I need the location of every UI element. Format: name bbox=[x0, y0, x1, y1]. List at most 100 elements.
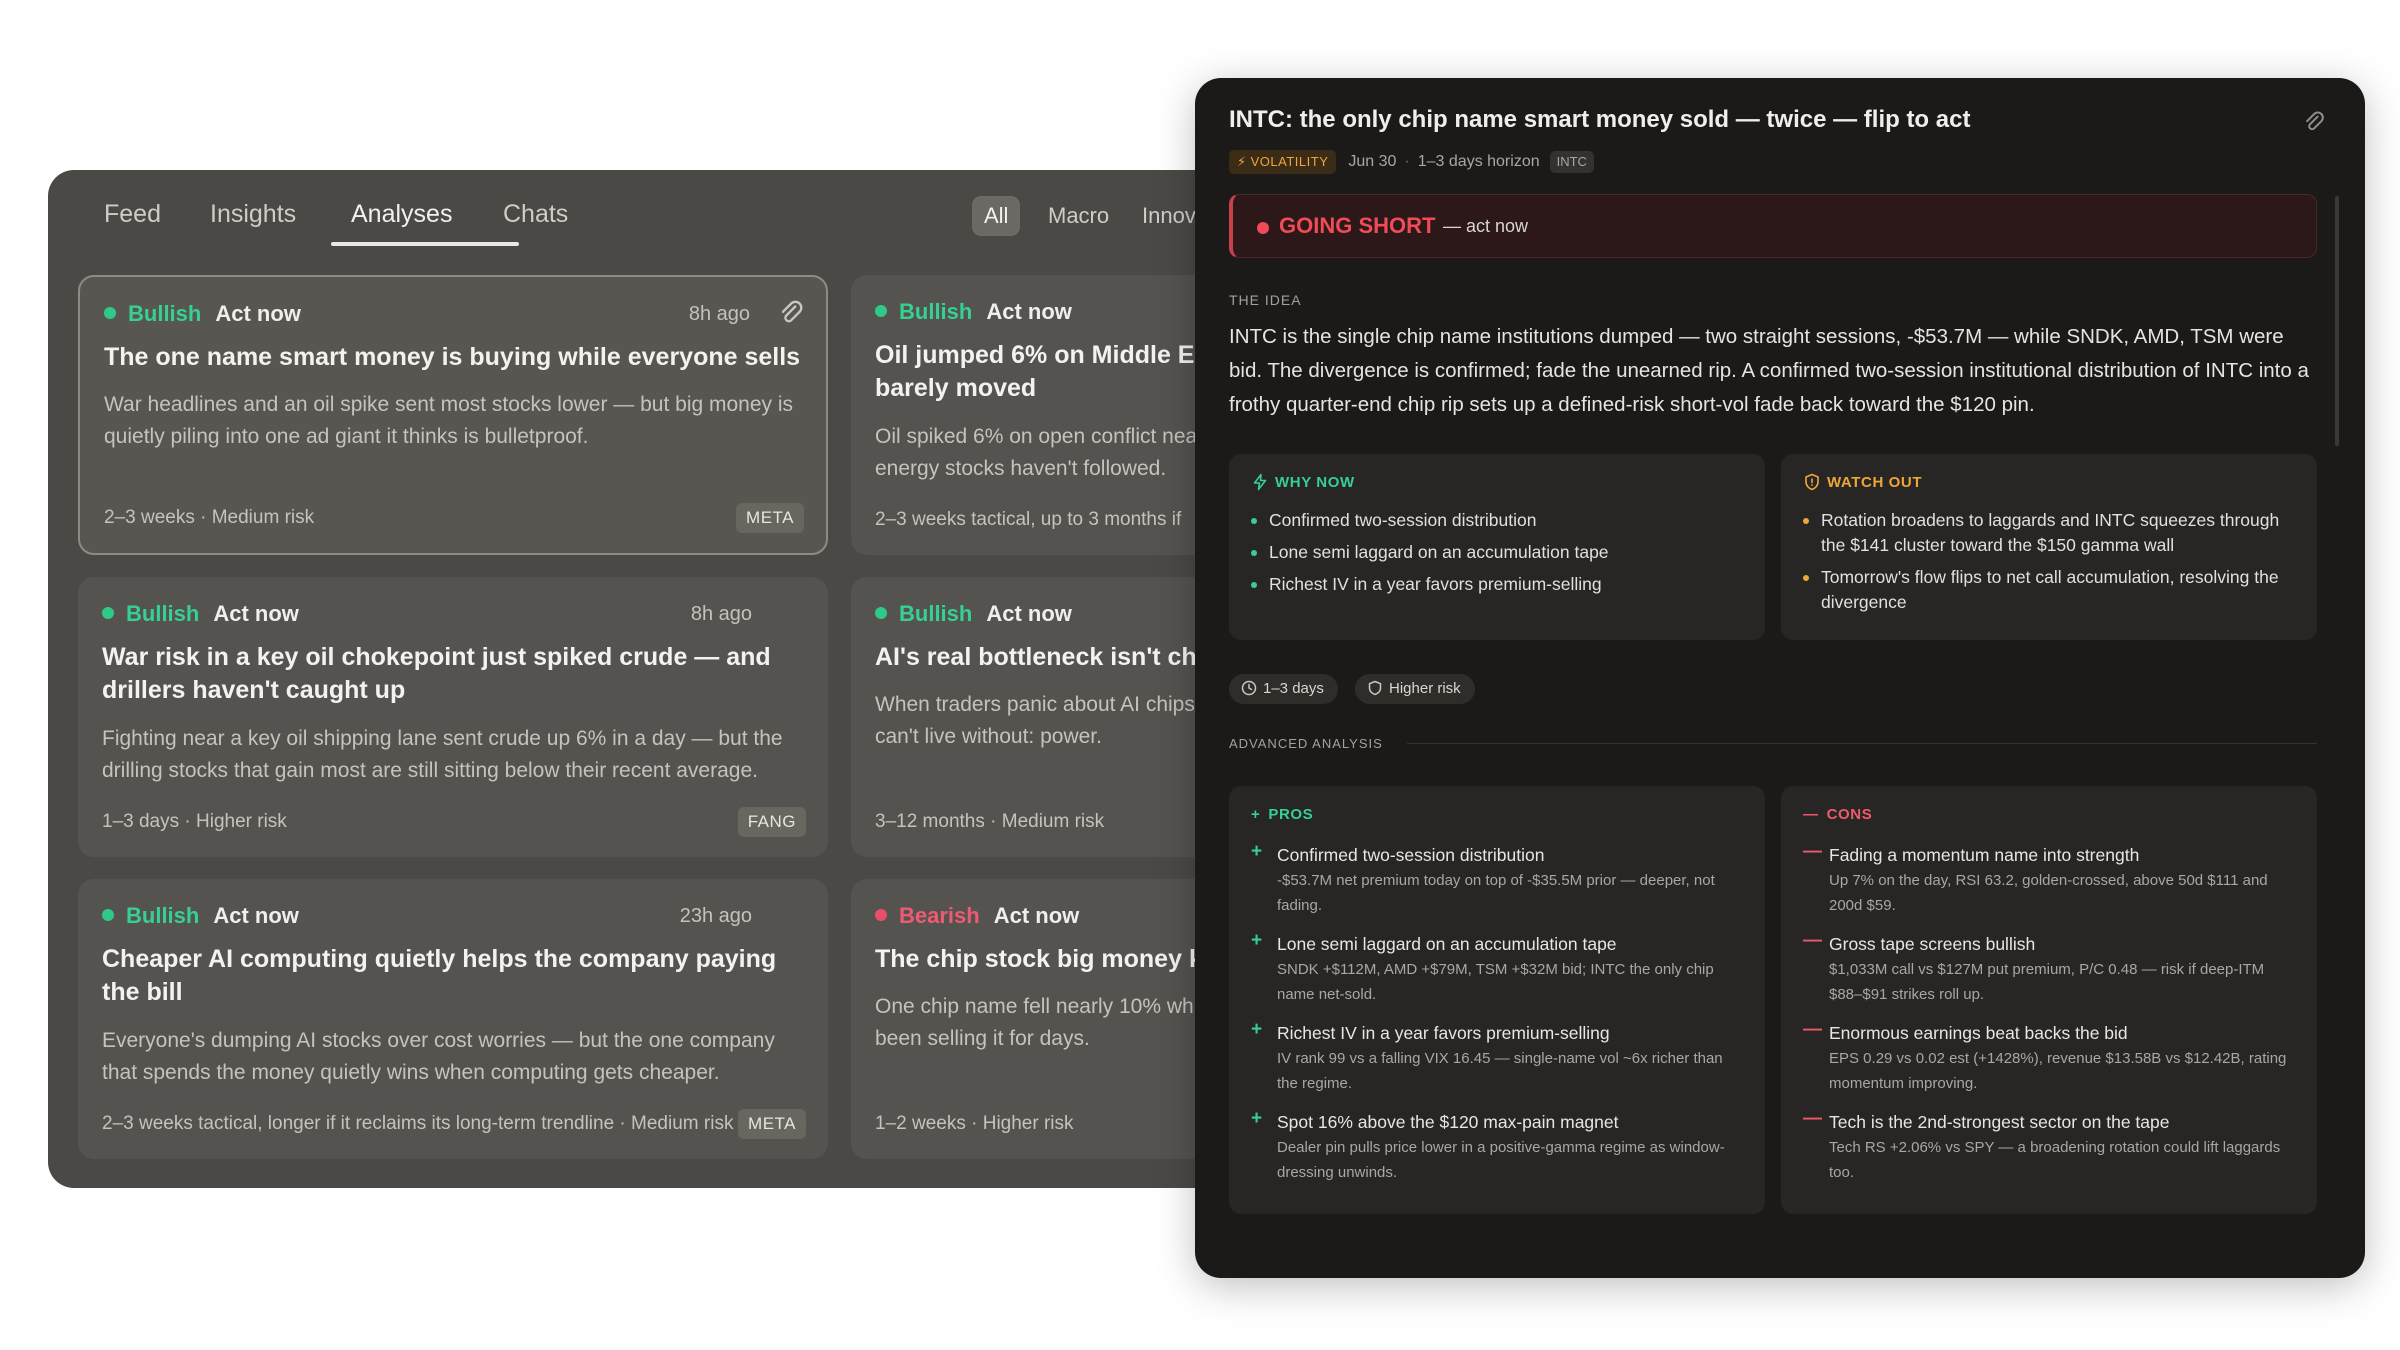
volatility-label: VOLATILITY bbox=[1250, 154, 1329, 169]
bullish-dot-icon bbox=[102, 909, 114, 922]
why-now-box: WHY NOW Confirmed two-session distributi… bbox=[1229, 454, 1765, 640]
card-footer: 1–3 days · Higher risk bbox=[102, 811, 287, 832]
tab-feed[interactable]: Feed bbox=[104, 200, 161, 249]
pro-title: Richest IV in a year favors premium-sell… bbox=[1277, 1023, 1610, 1043]
clock-icon bbox=[1241, 680, 1257, 696]
list-item: Confirmed two-session distribution bbox=[1251, 508, 1747, 533]
why-now-label: WHY NOW bbox=[1275, 474, 1355, 491]
list-item: — Gross tape screens bullish $1,033M call … bbox=[1803, 930, 2295, 1007]
watch-out-list: Rotation broadens to laggards and INTC s… bbox=[1803, 508, 2299, 622]
con-title: Fading a momentum name into strength bbox=[1829, 845, 2140, 865]
plus-icon: + bbox=[1251, 841, 1263, 862]
paperclip-icon[interactable] bbox=[778, 299, 804, 329]
section-divider bbox=[1407, 743, 2317, 744]
ticker-tag: META bbox=[738, 1109, 806, 1139]
card-sentiment: Bullish bbox=[126, 903, 200, 928]
ticker-tag: META bbox=[736, 503, 804, 533]
idea-label: THE IDEA bbox=[1229, 292, 1302, 308]
con-detail: $1,033M call vs $127M put premium, P/C 0… bbox=[1829, 961, 2265, 1003]
horizon-pill-label: 1–3 days bbox=[1263, 680, 1324, 697]
bearish-dot-icon bbox=[875, 909, 887, 922]
paperclip-icon[interactable] bbox=[2303, 110, 2325, 136]
card-action: Act now bbox=[986, 299, 1072, 324]
pro-detail: SNDK +$112M, AMD +$79M, TSM +$32M bid; I… bbox=[1277, 961, 1714, 1003]
card-sentiment: Bullish bbox=[128, 301, 202, 326]
bullish-dot-icon bbox=[104, 307, 116, 320]
meta-separator: · bbox=[1404, 153, 1410, 170]
card-footer: 2–3 weeks tactical, longer if it reclaim… bbox=[102, 1113, 734, 1134]
card-description: War headlines and an oil spike sent most… bbox=[104, 393, 794, 448]
card-title: The one name smart money is buying while… bbox=[104, 343, 801, 371]
signal-label: GOING SHORT bbox=[1279, 213, 1436, 238]
con-detail: Up 7% on the day, RSI 63.2, golden-cross… bbox=[1829, 872, 2268, 914]
list-item: Lone semi laggard on an accumulation tap… bbox=[1251, 540, 1747, 565]
cons-header: — CONS bbox=[1803, 806, 1872, 823]
pros-header: + PROS bbox=[1251, 806, 1313, 823]
pros-list: + Confirmed two-session distribution -$53.… bbox=[1251, 841, 1743, 1198]
detail-date: Jun 30 bbox=[1348, 153, 1397, 170]
card-sentiment: Bullish bbox=[899, 601, 973, 626]
pro-detail: -$53.7M net premium today on top of -$35… bbox=[1277, 872, 1715, 914]
analysis-card[interactable]: Bullish Act now 8h ago War risk in a key … bbox=[78, 577, 828, 857]
list-item: + Richest IV in a year favors premium-sel… bbox=[1251, 1019, 1743, 1096]
pro-title: Spot 16% above the $120 max-pain magnet bbox=[1277, 1112, 1619, 1132]
feed-tabs: Feed Insights Analyses Chats All Macro I… bbox=[48, 170, 1258, 262]
card-status: Bullish Act now bbox=[104, 301, 301, 327]
shield-alert-icon bbox=[1805, 473, 1819, 491]
list-item: — Tech is the 2nd-strongest sector on the… bbox=[1803, 1108, 2295, 1185]
plus-icon: + bbox=[1251, 806, 1261, 823]
watch-out-label: WATCH OUT bbox=[1827, 474, 1923, 491]
tab-insights[interactable]: Insights bbox=[210, 200, 296, 249]
card-action: Act now bbox=[215, 301, 301, 326]
card-time: 23h ago bbox=[679, 905, 752, 927]
shield-icon bbox=[1368, 680, 1382, 696]
why-now-header: WHY NOW bbox=[1251, 473, 1355, 492]
card-action: Act now bbox=[213, 903, 299, 928]
pros-box: + PROS + Confirmed two-session distributio… bbox=[1229, 786, 1765, 1214]
scrollbar-thumb[interactable] bbox=[2335, 196, 2339, 446]
signal-banner: GOING SHORT — act now bbox=[1229, 194, 2317, 258]
card-description: Everyone's dumping AI stocks over cost w… bbox=[102, 1029, 775, 1084]
list-item: + Lone semi laggard on an accumulation ta… bbox=[1251, 930, 1743, 1007]
card-sentiment: Bearish bbox=[899, 903, 980, 928]
list-item: + Confirmed two-session distribution -$53.… bbox=[1251, 841, 1743, 918]
list-item: Rotation broadens to laggards and INTC s… bbox=[1803, 508, 2299, 558]
list-item: Tomorrow's flow flips to net call accumu… bbox=[1803, 565, 2299, 615]
card-footer: 3–12 months · Medium risk bbox=[875, 811, 1105, 832]
card-status: Bearish Act now bbox=[875, 903, 1079, 929]
analysis-card[interactable]: Bullish Act now 23h ago Cheaper AI comput… bbox=[78, 879, 828, 1159]
minus-icon: — bbox=[1803, 930, 1822, 951]
card-footer: 2–3 weeks tactical, up to 3 months if bbox=[875, 509, 1182, 530]
cons-box: — CONS — Fading a momentum name into stren… bbox=[1781, 786, 2317, 1214]
pros-label: PROS bbox=[1268, 806, 1314, 823]
minus-icon: — bbox=[1803, 1019, 1822, 1040]
card-status: Bullish Act now bbox=[102, 601, 299, 627]
ticker-tag: FANG bbox=[737, 807, 806, 837]
analysis-card[interactable]: Bullish Act now 8h ago The one name smart… bbox=[78, 275, 828, 555]
detail-horizon: 1–3 days horizon bbox=[1417, 153, 1540, 170]
card-action: Act now bbox=[993, 903, 1080, 928]
active-tab-indicator bbox=[331, 242, 519, 246]
watch-out-header: WATCH OUT bbox=[1803, 473, 1923, 492]
bullish-dot-icon bbox=[102, 607, 114, 620]
detail-meta: ⚡ VOLATILITY Jun 30 · 1–3 days horizon INTC bbox=[1229, 150, 1594, 174]
card-title: War risk in a key oil chokepoint just sp… bbox=[102, 643, 771, 704]
card-time: 8h ago bbox=[690, 603, 752, 625]
cons-label: CONS bbox=[1826, 806, 1873, 823]
card-status: Bullish Act now bbox=[875, 601, 1072, 627]
card-action: Act now bbox=[986, 601, 1072, 626]
plus-icon: + bbox=[1251, 1019, 1263, 1040]
filter-all[interactable]: All bbox=[972, 196, 1021, 236]
card-time: 8h ago bbox=[688, 303, 750, 325]
bullish-dot-icon bbox=[875, 607, 887, 620]
detail-title: INTC: the only chip name smart money sol… bbox=[1229, 106, 1971, 133]
risk-pill-label: Higher risk bbox=[1389, 680, 1461, 697]
plus-icon: + bbox=[1251, 930, 1263, 951]
card-footer: 2–3 weeks · Medium risk bbox=[104, 507, 315, 528]
advanced-analysis-label: ADVANCED ANALYSIS bbox=[1229, 736, 1383, 751]
minus-icon: — bbox=[1803, 841, 1822, 862]
pro-detail: Dealer pin pulls price lower in a positi… bbox=[1277, 1139, 1725, 1181]
filter-macro[interactable]: Macro bbox=[1048, 196, 1109, 236]
con-title: Enormous earnings beat backs the bid bbox=[1829, 1023, 2128, 1043]
cons-list: — Fading a momentum name into strength Up … bbox=[1803, 841, 2295, 1198]
